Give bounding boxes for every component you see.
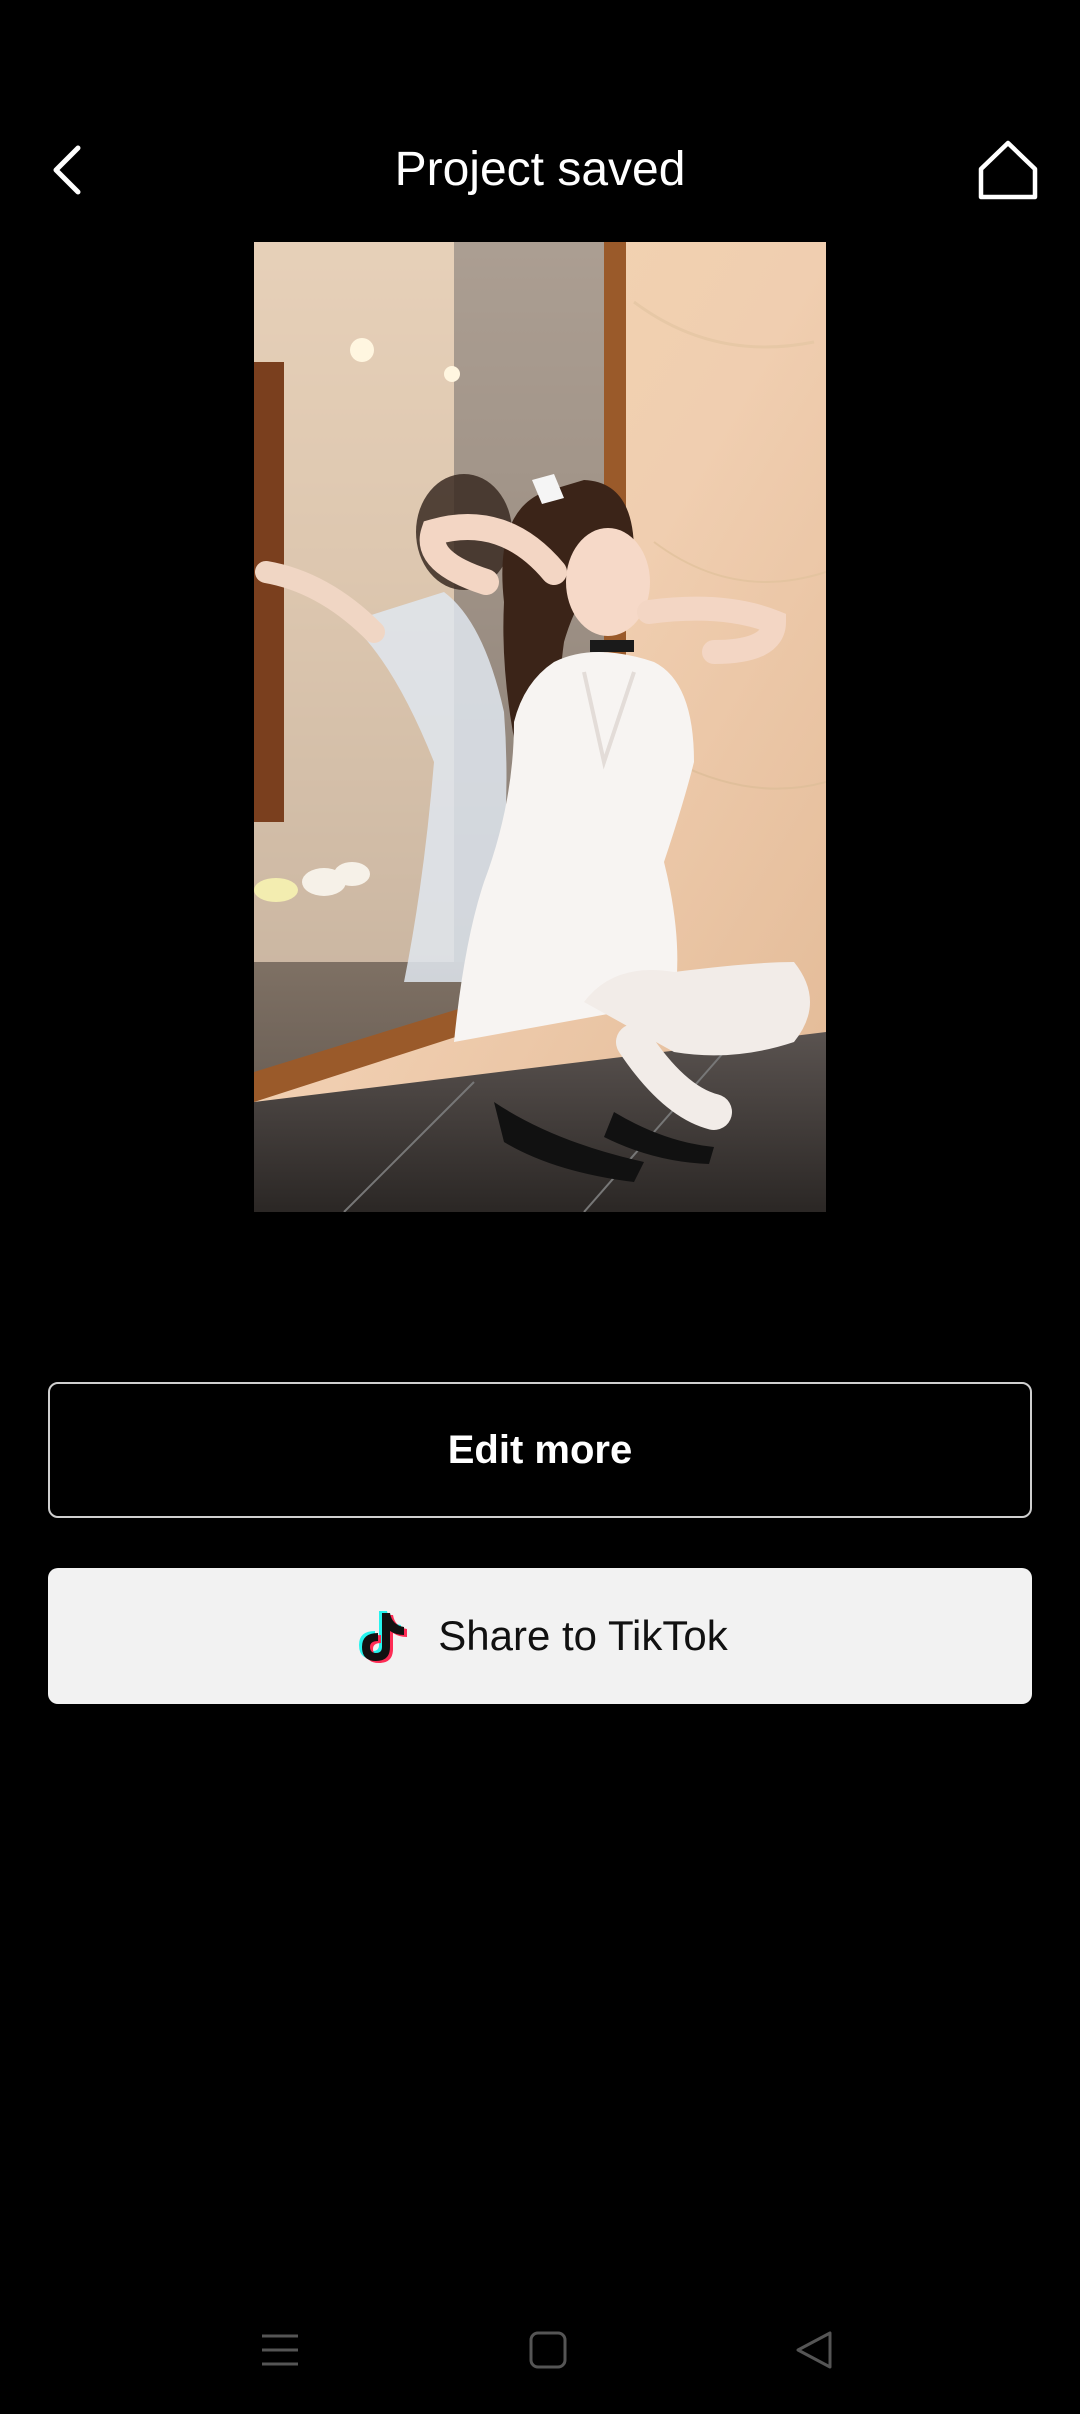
tiktok-icon	[352, 1605, 414, 1667]
home-icon	[978, 140, 1038, 200]
preview-illustration	[254, 242, 826, 1212]
page-title: Project saved	[394, 143, 686, 196]
video-preview-image	[254, 242, 826, 1212]
share-to-tiktok-button[interactable]: Share to TikTok	[48, 1568, 1032, 1704]
system-navigation-bar	[0, 2300, 1080, 2396]
edit-more-label: Edit more	[447, 1427, 633, 1472]
edit-more-button[interactable]: Edit more	[48, 1382, 1032, 1518]
system-back-button[interactable]	[782, 2318, 846, 2382]
system-menu-button[interactable]	[248, 2318, 312, 2382]
share-to-tiktok-label: Share to TikTok	[438, 1612, 728, 1659]
top-bar: Project saved	[0, 110, 1080, 230]
square-home-icon	[529, 2331, 567, 2369]
menu-icon	[262, 2334, 298, 2366]
triangle-back-icon	[796, 2331, 832, 2369]
system-home-button[interactable]	[516, 2318, 580, 2382]
home-button[interactable]	[972, 134, 1044, 206]
